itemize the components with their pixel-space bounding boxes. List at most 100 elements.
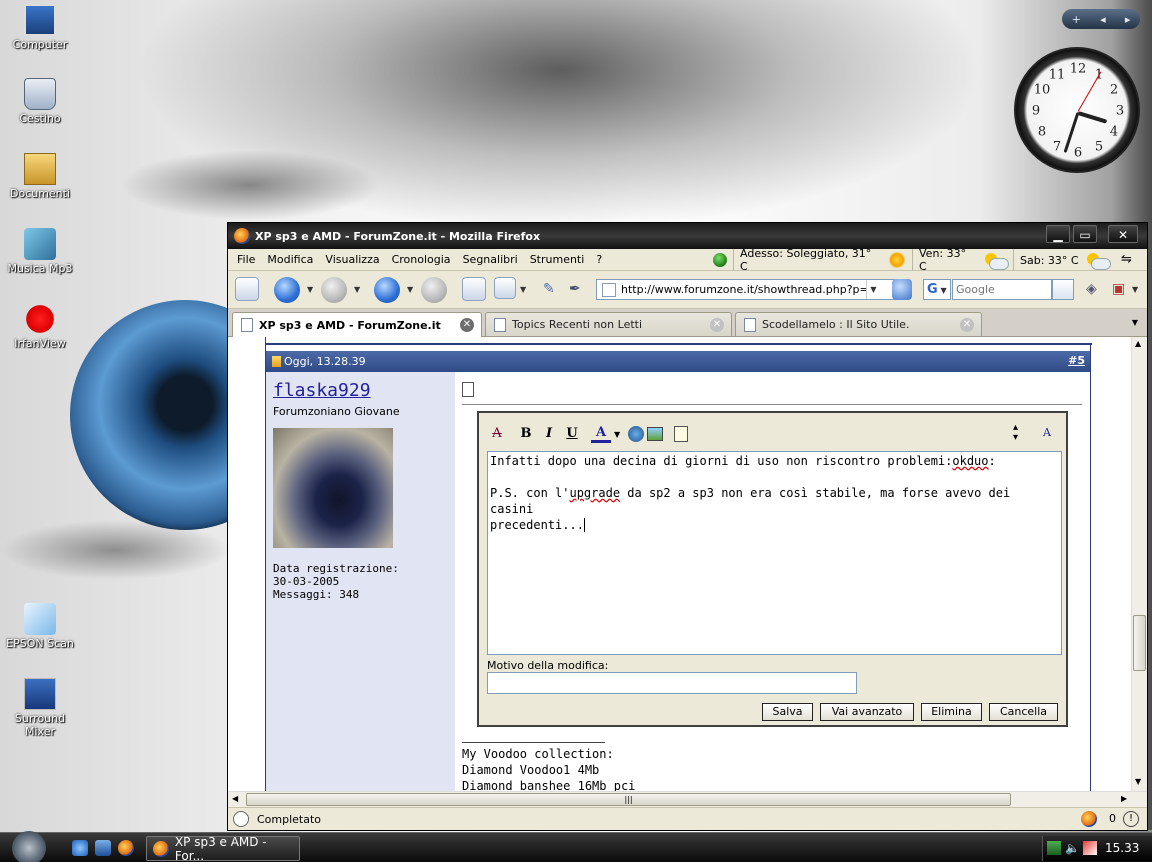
underline-button[interactable]: U — [562, 424, 582, 444]
maximize-button[interactable]: ▭ — [1073, 225, 1097, 243]
clock-gadget[interactable]: 12 1 2 3 4 5 6 7 8 9 10 11 — [1014, 47, 1140, 173]
scroll-down-icon[interactable]: ▼ — [1135, 777, 1141, 786]
bookmark-tool-icon[interactable]: ▣ — [1112, 281, 1125, 297]
new-tab-icon[interactable] — [235, 277, 259, 301]
url-dropdown-icon[interactable]: ▼ — [866, 280, 880, 299]
close-button[interactable]: ✕ — [1108, 225, 1138, 243]
menu-strumenti[interactable]: Strumenti — [530, 253, 585, 266]
text-color-button[interactable]: A — [591, 425, 611, 443]
home-icon[interactable] — [462, 277, 486, 301]
desktop-icon-epson-scan[interactable]: EPSON Scan — [0, 603, 80, 650]
message-textarea[interactable]: Infatti dopo una decina di giorni di uso… — [487, 451, 1062, 655]
username-link[interactable]: flaska929 — [273, 380, 371, 401]
weather-now[interactable]: Adesso: Soleggiato, 31° C — [733, 247, 906, 273]
delete-button[interactable]: Elimina — [921, 703, 982, 721]
url-input[interactable] — [621, 283, 866, 296]
search-input[interactable] — [953, 283, 1051, 296]
text-color-dropdown-icon[interactable]: ▼ — [614, 430, 620, 439]
show-desktop-icon[interactable] — [95, 840, 111, 856]
horizontal-scroll-thumb[interactable]: ||| — [246, 793, 1011, 806]
vertical-scrollbar[interactable]: ▲ ▼ — [1131, 337, 1147, 791]
status-info-icon[interactable]: ! — [1123, 811, 1139, 827]
menu-modifica[interactable]: Modifica — [267, 253, 313, 266]
forward-dropdown-icon[interactable]: ▼ — [354, 285, 360, 294]
clock-second-hand — [1077, 71, 1102, 112]
weather-arrows-icon[interactable]: ⇋ — [1121, 252, 1132, 267]
screenshot-dropdown-icon[interactable]: ▼ — [520, 285, 526, 294]
taskbar-firefox-button[interactable]: XP sp3 e AMD - For... — [146, 835, 300, 862]
network-icon[interactable] — [1047, 841, 1061, 855]
vertical-scroll-thumb[interactable] — [1133, 615, 1146, 671]
status-page-icon[interactable] — [233, 811, 249, 827]
firefox-launch-icon[interactable] — [118, 840, 134, 856]
desktop-icon-documents[interactable]: Documenti — [0, 153, 80, 200]
scroll-left-icon[interactable]: ◀ — [232, 794, 238, 803]
tab-scodellamelo[interactable]: Scodellamelo : Il Sito Utile. ✕ — [735, 312, 982, 336]
desktop-icon-computer[interactable]: Computer — [0, 4, 80, 51]
desktop-icon-trash[interactable]: Cestino — [0, 78, 80, 125]
save-button[interactable]: Salva — [762, 703, 813, 721]
desktop-icon-surround-mixer[interactable]: Surround Mixer — [0, 678, 80, 738]
internet-explorer-icon[interactable] — [72, 840, 88, 856]
insert-quote-icon[interactable] — [674, 426, 689, 442]
close-tab-icon[interactable]: ✕ — [710, 318, 724, 332]
window-titlebar[interactable]: XP sp3 e AMD - ForumZone.it - Mozilla Fi… — [228, 223, 1147, 249]
edit-reason-input[interactable] — [487, 672, 857, 694]
scroll-right-icon[interactable]: ▶ — [1121, 794, 1127, 803]
cancel-button[interactable]: Cancella — [989, 703, 1058, 721]
scroll-up-icon[interactable]: ▲ — [1135, 339, 1141, 348]
go-button[interactable] — [892, 279, 912, 300]
start-button[interactable] — [12, 831, 46, 862]
reload-button[interactable] — [374, 277, 400, 303]
search-box[interactable] — [952, 279, 1052, 300]
close-tab-icon[interactable]: ✕ — [460, 318, 474, 332]
search-icon[interactable] — [1052, 279, 1074, 300]
close-tab-icon[interactable]: ✕ — [960, 318, 974, 332]
menu-segnalibri[interactable]: Segnalibri — [463, 253, 518, 266]
sidebar-prev-button[interactable]: ◂ — [1100, 13, 1106, 26]
bold-button[interactable]: B — [516, 424, 536, 444]
insert-image-icon[interactable] — [647, 427, 664, 441]
weather-status-icon[interactable] — [713, 253, 727, 267]
address-bar[interactable]: ▼ — [596, 279, 896, 300]
tab-topics-recenti[interactable]: Topics Recenti non Letti ✕ — [485, 312, 732, 336]
search-engine-icon[interactable]: G ▼ — [923, 279, 951, 300]
toolbar-dropdown-icon[interactable]: ▼ — [1132, 285, 1138, 294]
italic-button[interactable]: I — [539, 424, 559, 444]
sidebar-add-button[interactable]: + — [1072, 13, 1081, 26]
remove-format-icon[interactable]: A — [487, 424, 507, 444]
desktop-icon-irfanview[interactable]: IrfanView — [0, 303, 80, 350]
menu-cronologia[interactable]: Cronologia — [392, 253, 451, 266]
status-text: Completato — [257, 812, 322, 826]
clock-time[interactable]: 15.33 — [1105, 841, 1139, 855]
switch-editor-mode-icon[interactable]: A — [1037, 423, 1057, 443]
firefox-status-icon[interactable] — [1081, 811, 1097, 827]
back-button[interactable] — [274, 277, 300, 303]
desktop-icon-music[interactable]: Musica Mp3 — [0, 228, 80, 275]
weather-friday[interactable]: Ven: 33° C — [912, 247, 1009, 273]
resize-editor-icon[interactable]: ▴ ▾ — [1013, 423, 1018, 443]
insert-link-icon[interactable] — [628, 426, 645, 442]
post-number-link[interactable]: #5 — [1068, 354, 1085, 367]
minimize-button[interactable]: ▁ — [1046, 225, 1070, 243]
tab-list-dropdown-icon[interactable]: ▼ — [1127, 315, 1143, 331]
back-dropdown-icon[interactable]: ▼ — [307, 285, 313, 294]
screenshot-icon[interactable] — [494, 277, 516, 299]
volume-icon[interactable]: 🔈 — [1065, 841, 1080, 855]
sidebar-next-button[interactable]: ▸ — [1125, 13, 1131, 26]
toolbar-extension-icon[interactable]: ◈ — [1086, 281, 1097, 297]
menu-help[interactable]: ? — [596, 253, 602, 266]
security-tray-icon[interactable] — [1083, 841, 1097, 855]
translate-icon[interactable]: ✎ — [543, 281, 555, 297]
stop-button[interactable] — [421, 277, 447, 303]
forward-button[interactable] — [321, 277, 347, 303]
pen-icon[interactable]: ✒ — [569, 281, 581, 297]
menu-file[interactable]: File — [237, 253, 255, 266]
post-header: Oggi, 13.28.39 #5 — [266, 351, 1090, 372]
horizontal-scrollbar[interactable]: ◀ ||| ▶ — [228, 791, 1147, 807]
reload-dropdown-icon[interactable]: ▼ — [407, 285, 413, 294]
menu-visualizza[interactable]: Visualizza — [325, 253, 379, 266]
tab-xp-sp3[interactable]: XP sp3 e AMD - ForumZone.it ✕ — [232, 312, 482, 337]
advanced-mode-button[interactable]: Vai avanzato — [820, 703, 914, 721]
weather-saturday[interactable]: Sab: 33° C — [1013, 249, 1111, 271]
